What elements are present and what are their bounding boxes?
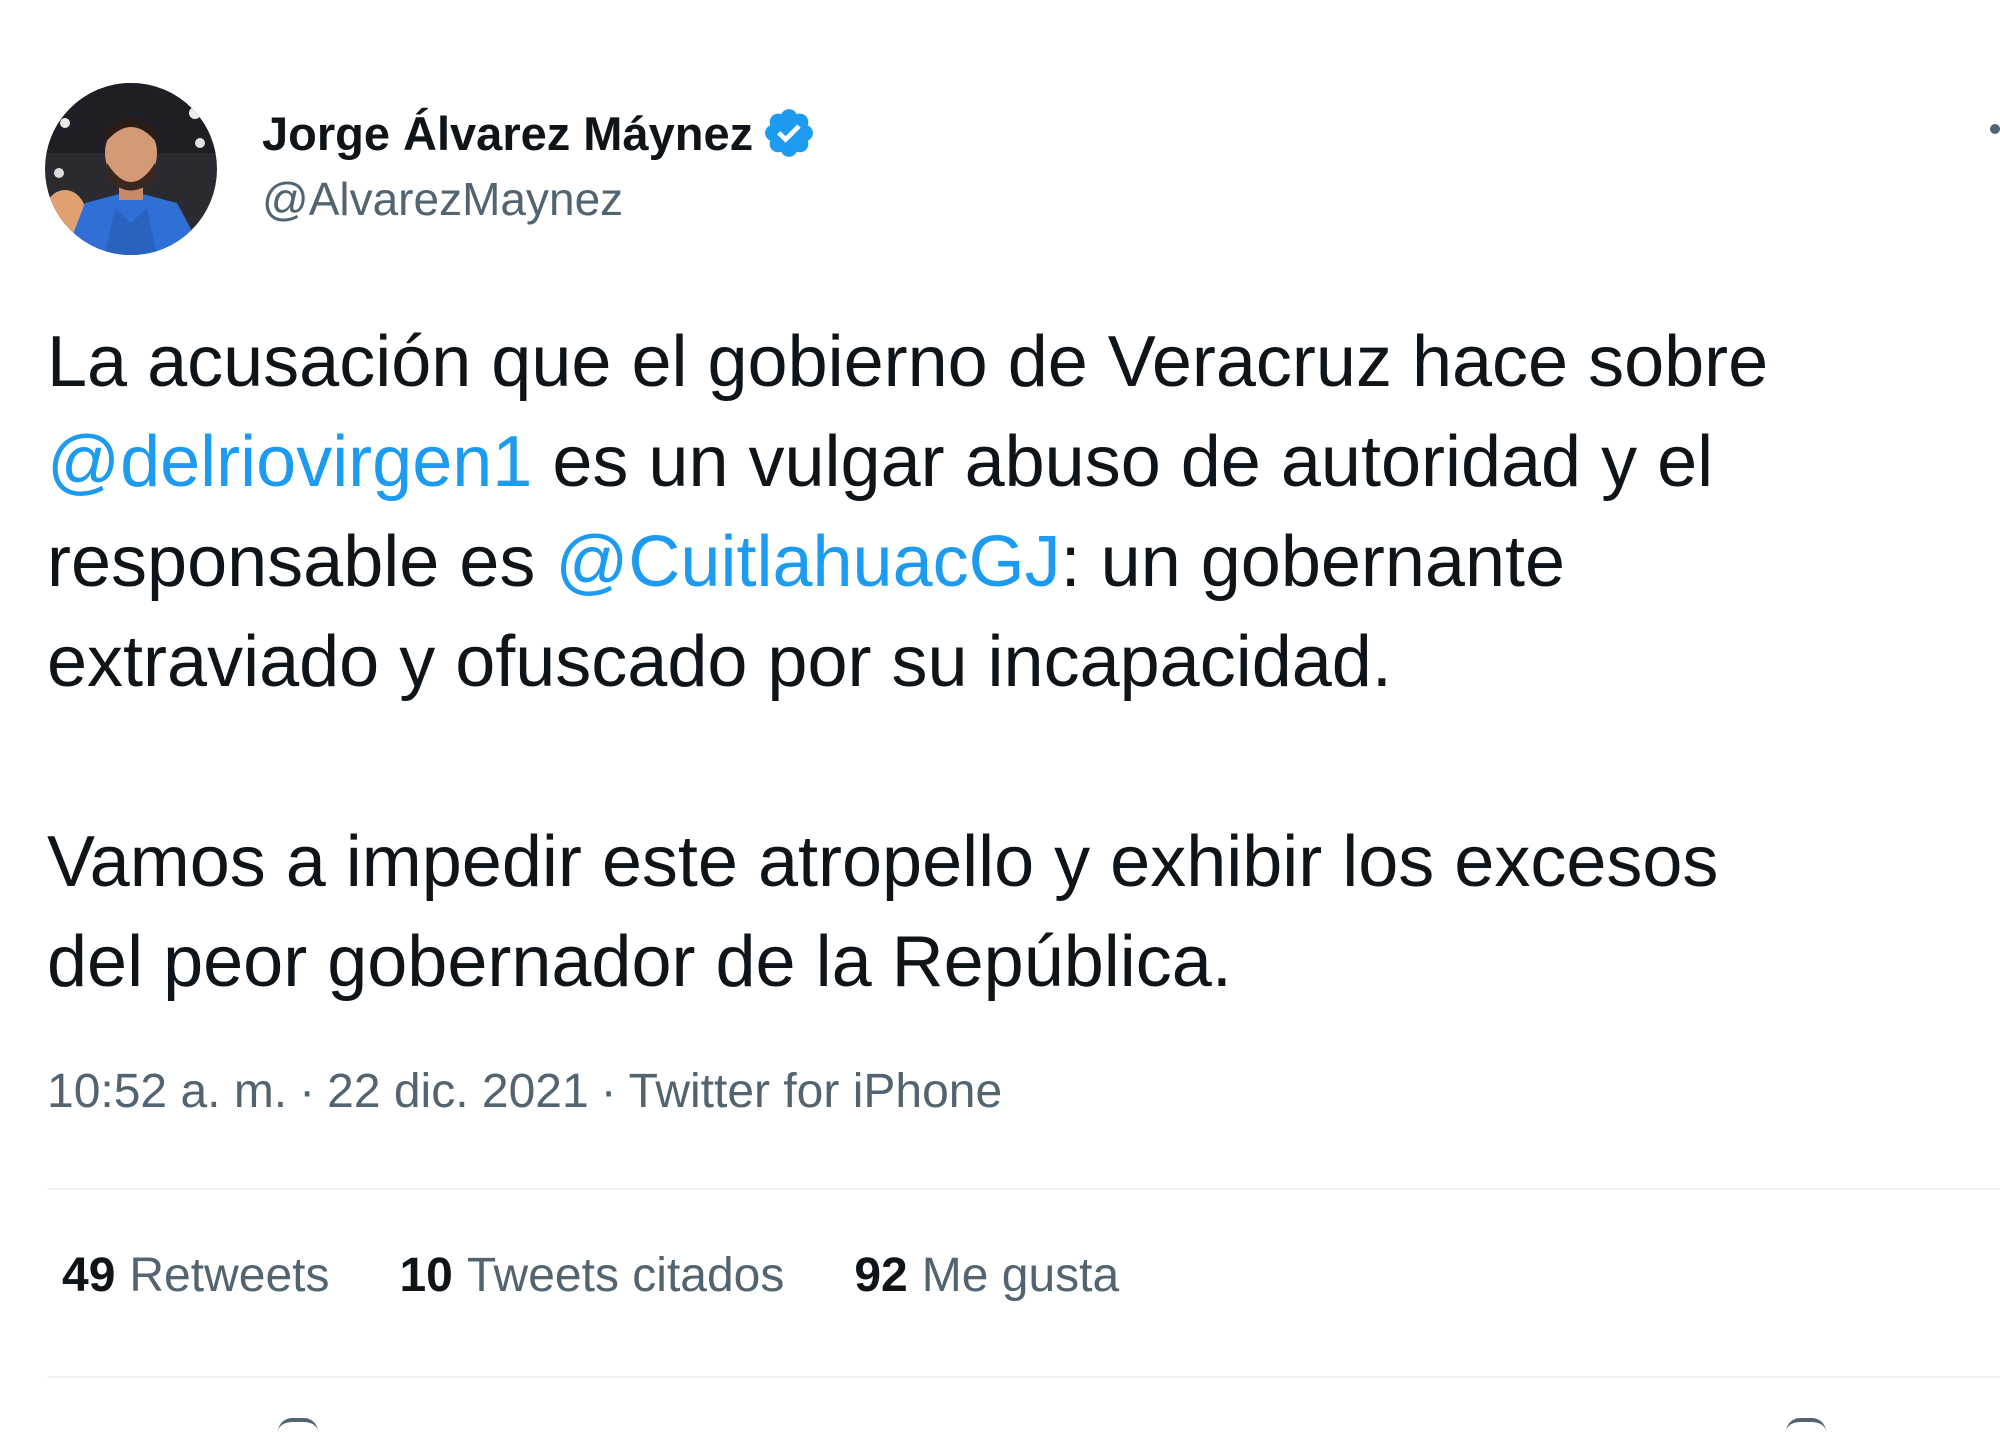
divider (47, 1188, 2000, 1190)
retweets-label: Retweets (129, 1249, 330, 1302)
tweet-text-segment: La acusación que el gobierno de Veracruz… (47, 322, 1769, 402)
likes-count: 92 (854, 1249, 908, 1302)
tweet-date[interactable]: 22 dic. 2021 (327, 1064, 589, 1119)
tweet-text-segment: Vamos a impedir este atropello y exhibir… (47, 822, 1719, 902)
tweet-text-segment: extraviado y ofuscado por su incapacidad… (47, 622, 1392, 702)
share-icon[interactable] (1786, 1418, 1826, 1432)
tweet-metadata: 10:52 a. m. · 22 dic. 2021 · Twitter for… (47, 1064, 1002, 1119)
author-handle[interactable]: @AlvarezMaynez (262, 172, 623, 226)
tweet-time[interactable]: 10:52 a. m. (47, 1064, 287, 1119)
likes-label: Me gusta (921, 1249, 1120, 1302)
mention-link-delriovirgen1[interactable]: @delriovirgen1 (47, 422, 532, 502)
quote-tweets-stat[interactable]: 10 Tweets citados (399, 1248, 784, 1303)
likes-stat[interactable]: 92 Me gusta (854, 1248, 1119, 1303)
profile-photo (45, 83, 217, 255)
tweet-line: extraviado y ofuscado por su incapacidad… (47, 612, 1997, 712)
mention-link-cuitlahuacgj[interactable]: @CuitlahuacGJ (555, 522, 1060, 602)
tweet-line: @delriovirgen1 es un vulgar abuso de aut… (47, 412, 1997, 512)
tweet-text-segment: responsable es (47, 522, 556, 602)
divider (47, 1376, 2000, 1378)
tweet-line: Vamos a impedir este atropello y exhibir… (47, 812, 1997, 912)
verified-badge-icon (761, 105, 817, 161)
tweet-text-segment: es un vulgar abuso de autoridad y el (532, 422, 1714, 502)
quote-tweets-label: Tweets citados (466, 1249, 785, 1302)
tweet-line: responsable es @CuitlahuacGJ: un goberna… (47, 512, 1997, 612)
meta-separator: · (600, 1065, 617, 1118)
tweet-text-segment: del peor gobernador de la República. (47, 922, 1232, 1002)
retweets-stat[interactable]: 49 Retweets (62, 1248, 329, 1303)
more-options-icon[interactable] (1990, 124, 2000, 134)
meta-separator: · (299, 1065, 316, 1118)
tweet-text: La acusación que el gobierno de Veracruz… (47, 312, 1997, 1012)
reply-icon[interactable] (278, 1418, 318, 1432)
tweet-line: del peor gobernador de la República. (47, 912, 1997, 1012)
retweets-count: 49 (62, 1249, 116, 1302)
quote-tweets-count: 10 (399, 1249, 453, 1302)
author-display-name[interactable]: Jorge Álvarez Máynez (262, 106, 753, 161)
tweet-source[interactable]: Twitter for iPhone (629, 1064, 1003, 1119)
tweet-text-segment: : un gobernante (1060, 522, 1566, 602)
tweet-line: La acusación que el gobierno de Veracruz… (47, 312, 1997, 412)
author-name-row[interactable]: Jorge Álvarez Máynez (262, 98, 817, 168)
avatar[interactable] (45, 83, 217, 255)
tweet-stats: 49 Retweets 10 Tweets citados 92 Me gust… (62, 1248, 1119, 1303)
